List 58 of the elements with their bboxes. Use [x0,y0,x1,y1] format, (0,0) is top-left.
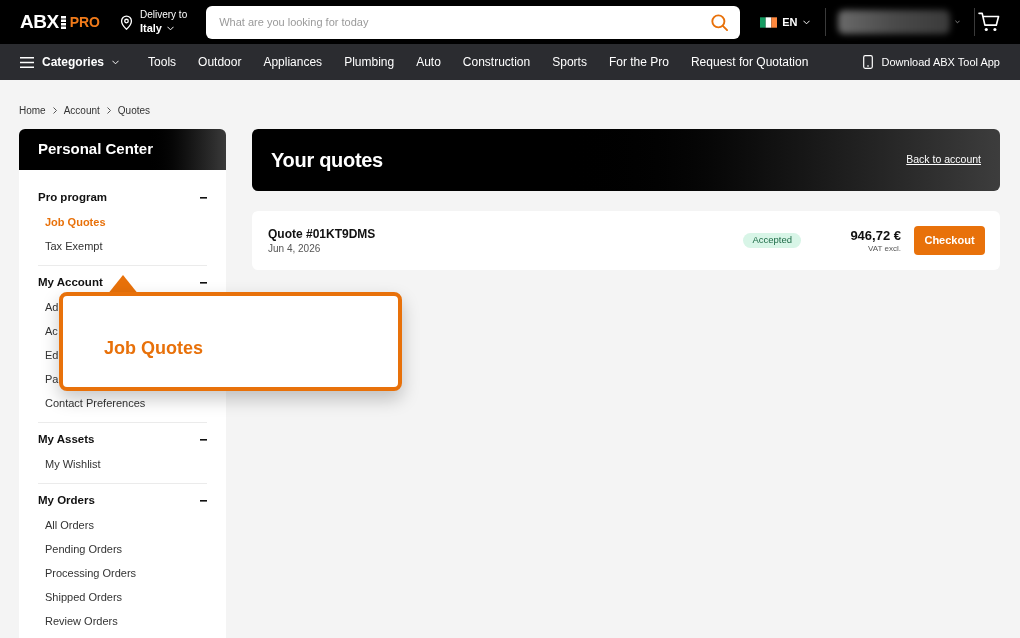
chevron-down-icon [112,59,120,65]
section-title: My Assets [38,432,95,448]
callout-text: Job Quotes [104,338,203,358]
menu-icon [20,56,34,68]
pro-label: PRO [69,13,100,31]
delivery-label: Delivery to [139,9,188,21]
phone-icon [862,55,873,69]
chevron-right-icon [52,106,57,114]
nav-link[interactable]: Construction [462,53,531,71]
country-selector[interactable]: Italy [139,21,188,35]
section-title: My Account [38,275,103,291]
sidebar-link[interactable]: Shipped Orders [45,588,123,606]
chevron-down-icon [167,25,174,31]
logo-wordmark[interactable]: ABX [20,11,59,33]
search-field[interactable]: What are you looking for today [206,5,741,39]
nav-link[interactable]: Plumbing [344,53,395,71]
breadcrumb-link[interactable]: Quotes [117,102,151,118]
app-download-link[interactable]: Download ABX Tool App [862,53,1000,71]
quote-date: Jun 4, 2026 [268,241,322,255]
sidebar-link[interactable]: Ad [45,298,59,316]
chevron-right-icon [106,106,111,114]
sidebar-link[interactable]: Contact Preferences [45,394,146,412]
section-title: Pro program [38,190,107,206]
page-title: Your quotes [271,148,383,173]
breadcrumb-link[interactable]: Home [19,102,46,118]
search-icon[interactable] [711,13,729,31]
section-title: My Orders [38,493,95,509]
nav-link[interactable]: Auto [416,53,441,71]
tax-note: VAT excl. [868,243,901,254]
sidebar-link[interactable]: All Orders [45,516,94,534]
cart-icon[interactable] [978,12,1000,32]
sidebar-link[interactable]: Review Orders [45,612,118,630]
nav-link[interactable]: Outdoor [198,53,242,71]
nav-link[interactable]: For the Pro [608,53,669,71]
sidebar-link[interactable]: Ac [45,322,58,340]
caret-icon [954,20,960,24]
nav-link[interactable]: Appliances [263,53,323,71]
quote-number: Quote #01KT9DMS [268,226,376,242]
sidebar-link[interactable]: Ed [45,346,59,364]
status-badge: Accepted [743,233,801,248]
language-selector[interactable]: EN [760,13,810,31]
quote-price: 946,72 € [850,227,901,244]
sidebar-link[interactable]: Pa [45,370,59,388]
sidebar-link[interactable]: Tax Exempt [45,237,103,255]
nav-link[interactable]: Request for Quotation [690,53,809,71]
sidebar-title: Personal Center [38,139,154,160]
nav-link[interactable]: Sports [552,53,587,71]
chevron-down-icon [802,19,810,25]
back-to-account-link[interactable]: Back to account [906,152,981,168]
nav-link[interactable]: Tools [148,53,177,71]
sidebar-link[interactable]: My Wishlist [45,455,101,473]
breadcrumb-link[interactable]: Account [63,102,100,118]
sidebar-link[interactable]: Pending Orders [45,540,123,558]
categories-menu[interactable]: Categories [20,53,120,71]
logo-mark-icon [60,15,66,29]
sidebar-link[interactable]: Processing Orders [45,564,137,582]
flag-icon [760,16,778,28]
location-pin-icon [119,14,133,30]
